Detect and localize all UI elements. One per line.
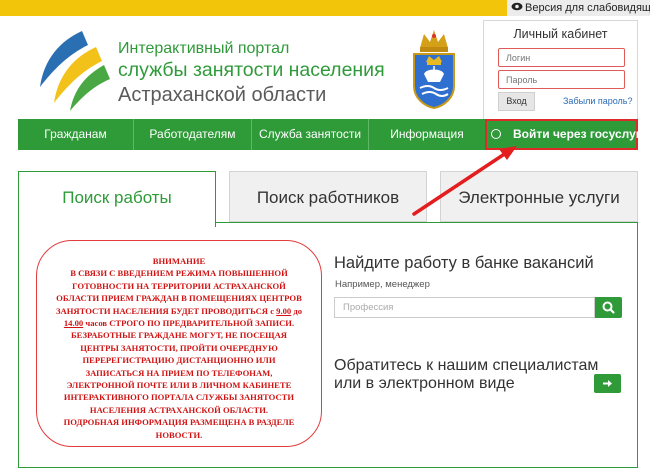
notice-line: ПОДРОБНАЯ ИНФОРМАЦИЯ РАЗМЕЩЕНА В РАЗДЕЛЕ	[63, 417, 295, 428]
top-accent-strip	[0, 0, 507, 16]
top-bar: Версия для слабовидящих	[0, 0, 650, 18]
notice-line: ЭЛЕКТРОННОЙ ПОЧТЕ ИЛИ В ЛИЧНОМ КАБИНЕТЕ	[66, 380, 292, 391]
notice-line: ИНТЕРАКТИВНОГО ПОРТАЛА СЛУЖБЫ ЗАНЯТОСТИ	[63, 392, 295, 403]
portal-title-line2: службы занятости населения	[118, 59, 385, 81]
contact-specialists-button[interactable]	[594, 374, 621, 393]
notice-line: 14.00 часов СТРОГО ПО ПРЕДВАРИТЕЛЬНОЙ ЗА…	[37, 317, 321, 329]
notice-line-part: часов СТРОГО ПО ПРЕДВАРИТЕЛЬНОЙ ЗАПИСИ.	[85, 318, 295, 329]
notice-inline-s: с	[270, 305, 275, 316]
notice-time-to: 14.00	[63, 318, 84, 329]
notice-line: ОБЛАСТИ ПРИЕМ ГРАЖДАН В ПОМЕЩЕНИЯХ ЦЕНТР…	[56, 293, 302, 304]
gosuslugi-icon	[491, 129, 501, 139]
notice-line: В СВЯЗИ С ВВЕДЕНИЕМ РЕЖИМА ПОВЫШЕННОЙ	[70, 268, 288, 279]
notice-line: ПЕРЕРЕГИСТРАЦИЮ ДИСТАНЦИОННО ИЛИ	[82, 355, 276, 366]
notice-line: ВНИМАНИЕ	[152, 256, 206, 266]
vacancy-bank-title: Найдите работу в банке вакансий	[334, 254, 594, 272]
cabinet-title: Личный кабинет	[513, 27, 608, 41]
nav-citizens[interactable]: Гражданам	[18, 119, 133, 150]
tab-find-workers[interactable]: Поиск работников	[229, 171, 427, 222]
notice-line: ГОТОВНОСТИ НА ТЕРРИТОРИИ АСТРАХАНСКОЙ	[72, 280, 286, 291]
notice-inline-do: до	[293, 305, 303, 316]
nav-employment-service[interactable]: Служба занятости	[252, 119, 368, 150]
search-button[interactable]	[595, 297, 622, 318]
vacancy-search-hint: Например, менеджер	[335, 279, 430, 290]
notice-line-part: ЗАНЯТОСТИ НАСЕЛЕНИЯ БУДЕТ ПРОВОДИТЬСЯ	[55, 305, 269, 316]
covid-notice: ВНИМАНИЕ В СВЯЗИ С ВВЕДЕНИЕМ РЕЖИМА ПОВЫ…	[36, 240, 322, 447]
tab-job-search[interactable]: Поиск работы	[18, 171, 216, 227]
nav-information[interactable]: Информация	[369, 119, 485, 150]
arrow-right-icon	[603, 380, 612, 387]
portal-title-line3: Астраханской области	[118, 84, 327, 106]
notice-line: ЗАНЯТОСТИ НАСЕЛЕНИЯ БУДЕТ ПРОВОДИТЬСЯ с …	[37, 305, 321, 317]
gosuslugi-label: Войти через госуслуги	[513, 127, 649, 141]
vision-impaired-label: Версия для слабовидящих	[525, 2, 650, 14]
notice-line: ЗАПИСАТЬСЯ НА ПРИЕМ ПО ТЕЛЕФОНАМ,	[85, 367, 273, 378]
notice-line: ЦЕНТРЫ ЗАНЯТОСТИ, ПРОЙТИ ОЧЕРЕДНУЮ	[80, 342, 278, 353]
personal-cabinet: Личный кабинет Вход Забыли пароль?	[483, 20, 638, 120]
notice-line: БЕЗРАБОТНЫЕ ГРАЖДАНЕ МОГУТ, НЕ ПОСЕЩАЯ	[70, 330, 288, 341]
search-icon	[602, 301, 615, 314]
eye-icon	[511, 0, 523, 16]
gosuslugi-login-button[interactable]: Войти через госуслуги	[485, 119, 648, 150]
nav-employers[interactable]: Работодателям	[134, 119, 251, 150]
notice-line: НАСЕЛЕНИЯ АСТРАХАНСКОЙ ОБЛАСТИ.	[89, 404, 269, 415]
notice-time-from: 9.00	[276, 305, 292, 316]
main-nav: Гражданам Работодателям Служба занятости…	[18, 119, 648, 150]
contact-specialists-title: Обратитесь к нашим специалистам или в эл…	[334, 357, 599, 392]
portal-logo[interactable]	[30, 25, 110, 115]
login-button[interactable]: Вход	[498, 92, 535, 111]
astrakhan-emblem-icon	[413, 30, 455, 110]
notice-line: НОВОСТИ.	[155, 429, 203, 440]
forgot-password-link[interactable]: Забыли пароль?	[563, 96, 632, 106]
password-input[interactable]	[498, 70, 625, 89]
login-input[interactable]	[498, 48, 625, 67]
vision-impaired-link[interactable]: Версия для слабовидящих	[507, 0, 650, 16]
tab-electronic-services[interactable]: Электронные услуги	[440, 171, 638, 222]
profession-search-input[interactable]: Профессия	[334, 297, 595, 318]
portal-title-line1: Интерактивный портал	[118, 40, 290, 57]
notice-text: ВНИМАНИЕ В СВЯЗИ С ВВЕДЕНИЕМ РЕЖИМА ПОВЫ…	[37, 255, 321, 441]
